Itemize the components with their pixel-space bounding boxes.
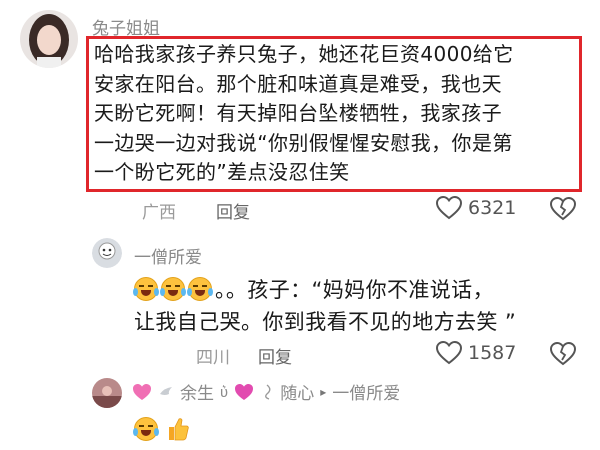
ornament-icon	[265, 383, 271, 400]
username[interactable]: 一僧所爱	[134, 243, 202, 268]
laughing-tears-emoji	[133, 417, 159, 441]
laughing-tears-emoji	[160, 277, 186, 301]
comment-text: 哈哈我家孩子养只兔子，她还花巨资4000给它 安家在阳台。那个脏和味道真是难受，…	[94, 40, 514, 188]
sparkling-heart-icon	[133, 383, 151, 400]
comment-line: 一边哭一边对我说“你别假惺惺安慰我，你是第	[94, 130, 513, 155]
comment-line: 让我自己哭。你到我看不见的地方去笑 ”	[134, 310, 517, 334]
reply-to-user[interactable]: 一僧所爱	[332, 379, 400, 404]
username-suffix[interactable]: 随心	[280, 379, 314, 404]
thumbs-up-emoji	[169, 418, 189, 441]
pink-heart-icon	[235, 383, 254, 400]
broken-heart-icon	[549, 196, 577, 221]
reply-header: 余生 ʋ͛ 随心 ▸ 一僧所爱	[132, 379, 400, 404]
reply-button[interactable]: 回复	[216, 198, 250, 223]
reply-button[interactable]: 回复	[258, 343, 292, 368]
comment-line: 一个盼它死的”差点没忍住笑	[94, 160, 350, 184]
comment-line: 哈哈我家孩子养只兔子，她还花巨资4000给它	[94, 42, 514, 66]
comment-line: 天盼它死啊！有天掉阳台坠楼牺牲，我家孩子	[94, 101, 502, 125]
avatar-user-1[interactable]	[20, 10, 78, 68]
reply-arrow-icon: ▸	[320, 384, 327, 399]
comment-text: 。。孩子：“妈妈你不准说话， 让我自己哭。你到我看不见的地方去笑 ”	[133, 274, 517, 338]
like-button[interactable]: 6321	[436, 196, 516, 220]
heart-outline-icon	[436, 196, 462, 220]
dove-icon	[160, 386, 172, 395]
avatar-user-2[interactable]	[92, 238, 122, 268]
dislike-button[interactable]	[549, 196, 577, 225]
laughing-tears-emoji	[133, 277, 159, 301]
comment-line: 。。孩子：“妈妈你不准说话，	[133, 274, 516, 306]
broken-heart-icon	[549, 341, 577, 366]
like-count: 6321	[468, 197, 517, 219]
like-count: 1587	[468, 342, 517, 364]
username[interactable]: 余生	[180, 379, 214, 404]
comment-text	[133, 416, 190, 442]
dislike-button[interactable]	[549, 341, 577, 370]
avatar-user-3[interactable]	[92, 378, 122, 408]
comment-location: 广西	[142, 203, 176, 223]
like-button[interactable]: 1587	[436, 341, 516, 365]
comment-line: 安家在阳台。那个脏和味道真是难受，我也天	[94, 71, 502, 96]
comment-location: 四川	[196, 348, 230, 368]
heart-outline-icon	[436, 341, 462, 365]
decor-symbol: ʋ͛	[220, 382, 229, 401]
laughing-tears-emoji	[187, 277, 213, 301]
